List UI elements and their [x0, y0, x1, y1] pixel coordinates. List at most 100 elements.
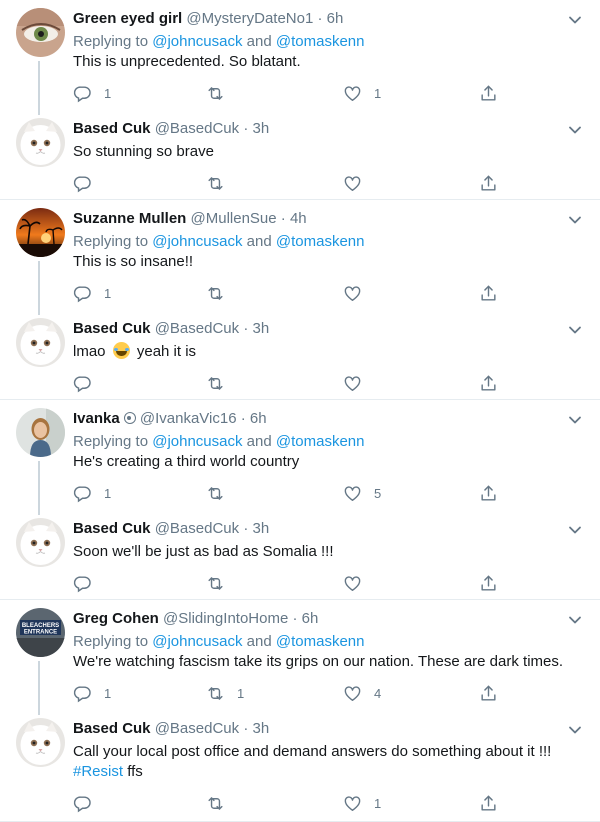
chevron-down-icon[interactable] — [568, 612, 582, 622]
tweet-text: Call your local post office and demand a… — [73, 742, 588, 782]
reply-button[interactable] — [73, 372, 104, 394]
avatar[interactable] — [16, 118, 65, 167]
like-button[interactable]: 1 — [343, 792, 381, 814]
timestamp[interactable]: 3h — [252, 520, 269, 537]
like-button[interactable]: 1 — [343, 82, 381, 104]
like-button[interactable] — [343, 282, 374, 304]
user-handle[interactable]: @MullenSue — [191, 210, 277, 227]
display-name[interactable]: Suzanne Mullen — [73, 210, 186, 227]
user-handle[interactable]: @BasedCuk — [155, 520, 239, 537]
replies-count: 1 — [104, 485, 112, 501]
hashtag-link[interactable]: #Resist — [73, 763, 123, 780]
display-name[interactable]: Based Cuk — [73, 720, 151, 737]
share-icon — [479, 484, 498, 503]
retweet-button[interactable] — [206, 572, 237, 594]
display-name[interactable]: Ivanka — [73, 410, 120, 427]
mention-link[interactable]: @johncusack — [152, 633, 242, 650]
share-button[interactable] — [479, 282, 498, 304]
separator-dot: · — [243, 720, 249, 737]
like-button[interactable]: 5 — [343, 482, 381, 504]
like-button[interactable] — [343, 372, 374, 394]
mention-link[interactable]: @tomaskenn — [276, 633, 365, 650]
display-name[interactable]: Based Cuk — [73, 520, 151, 537]
like-button[interactable] — [343, 572, 374, 594]
mention-link[interactable]: @tomaskenn — [276, 33, 365, 50]
display-name[interactable]: Greg Cohen — [73, 610, 159, 627]
tweet-text-content: We're watching fascism take its grips on… — [73, 653, 564, 670]
avatar[interactable] — [16, 408, 65, 457]
retweet-button[interactable] — [206, 792, 237, 814]
heart-icon — [343, 84, 362, 103]
share-button[interactable] — [479, 572, 498, 594]
avatar[interactable] — [16, 208, 65, 257]
reply-button[interactable]: 1 — [73, 682, 111, 704]
timestamp[interactable]: 4h — [290, 210, 307, 227]
user-handle[interactable]: @BasedCuk — [155, 120, 239, 137]
tweet-text-content: This is unprecedented. So blatant. — [73, 53, 301, 70]
user-handle[interactable]: @MysteryDateNo1 — [186, 10, 313, 27]
chevron-down-icon[interactable] — [568, 122, 582, 132]
timestamp[interactable]: 3h — [252, 720, 269, 737]
timestamp[interactable]: 3h — [252, 120, 269, 137]
share-button[interactable] — [479, 682, 498, 704]
thread-connector-line — [38, 461, 40, 515]
avatar[interactable]: BLEACHERS ENTRANCE — [16, 608, 65, 657]
user-handle[interactable]: @BasedCuk — [155, 720, 239, 737]
mention-link[interactable]: @johncusack — [152, 233, 242, 250]
tweet-text: lmao yeah it is — [73, 342, 588, 362]
share-button[interactable] — [479, 82, 498, 104]
retweet-button[interactable] — [206, 372, 237, 394]
mention-link[interactable]: @johncusack — [152, 433, 242, 450]
tweet-text: Soon we'll be just as bad as Somalia !!! — [73, 542, 588, 562]
replying-to: Replying to @johncusack and @tomaskenn — [73, 432, 364, 452]
reply-button[interactable] — [73, 172, 104, 194]
avatar[interactable] — [16, 718, 65, 767]
retweet-button[interactable] — [206, 482, 237, 504]
tweet-actions: 1 1 4 — [73, 682, 503, 704]
tweet: Suzanne Mullen @MullenSue · 4h Replying t… — [0, 200, 600, 315]
separator-dot: · — [240, 410, 246, 427]
heart-icon — [343, 794, 362, 813]
user-handle[interactable]: @BasedCuk — [155, 320, 239, 337]
like-button[interactable] — [343, 172, 374, 194]
chevron-down-icon[interactable] — [568, 12, 582, 22]
heart-icon — [343, 284, 362, 303]
display-name[interactable]: Based Cuk — [73, 120, 151, 137]
chevron-down-icon[interactable] — [568, 722, 582, 732]
timestamp[interactable]: 3h — [252, 320, 269, 337]
share-button[interactable] — [479, 792, 498, 814]
mention-link[interactable]: @johncusack — [152, 33, 242, 50]
mention-link[interactable]: @tomaskenn — [276, 433, 365, 450]
display-name[interactable]: Green eyed girl — [73, 10, 182, 27]
mention-link[interactable]: @tomaskenn — [276, 233, 365, 250]
share-icon — [479, 84, 498, 103]
display-name[interactable]: Based Cuk — [73, 320, 151, 337]
reply-button[interactable] — [73, 572, 104, 594]
avatar[interactable] — [16, 518, 65, 567]
avatar[interactable] — [16, 318, 65, 367]
chevron-down-icon[interactable] — [568, 522, 582, 532]
chevron-down-icon[interactable] — [568, 412, 582, 422]
share-button[interactable] — [479, 482, 498, 504]
timestamp[interactable]: 6h — [302, 610, 319, 627]
timestamp[interactable]: 6h — [250, 410, 267, 427]
timestamp[interactable]: 6h — [327, 10, 344, 27]
share-button[interactable] — [479, 372, 498, 394]
user-handle[interactable]: @IvankaVic16 — [140, 410, 237, 427]
share-button[interactable] — [479, 172, 498, 194]
retweet-button[interactable] — [206, 82, 237, 104]
tweet-actions: 1 — [73, 282, 503, 304]
like-button[interactable]: 4 — [343, 682, 381, 704]
retweet-button[interactable] — [206, 282, 237, 304]
reply-button[interactable]: 1 — [73, 82, 111, 104]
tears-of-joy-emoji-icon — [112, 342, 130, 359]
avatar[interactable] — [16, 8, 65, 57]
reply-button[interactable] — [73, 792, 104, 814]
reply-button[interactable]: 1 — [73, 482, 111, 504]
chevron-down-icon[interactable] — [568, 322, 582, 332]
retweet-button[interactable]: 1 — [206, 682, 244, 704]
chevron-down-icon[interactable] — [568, 212, 582, 222]
retweet-button[interactable] — [206, 172, 237, 194]
user-handle[interactable]: @SlidingIntoHome — [163, 610, 288, 627]
reply-button[interactable]: 1 — [73, 282, 111, 304]
